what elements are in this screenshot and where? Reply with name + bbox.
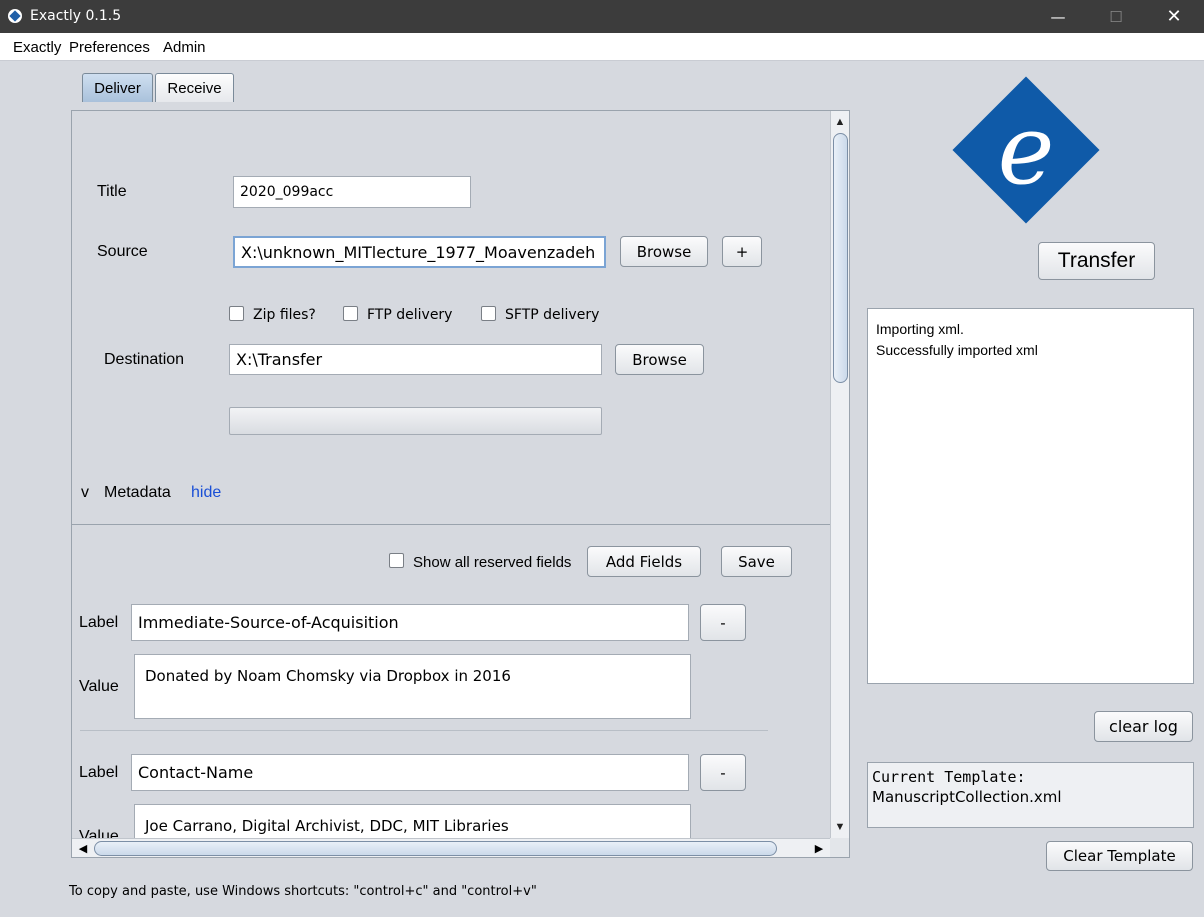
add-fields-button[interactable]: Add Fields [587,546,701,577]
tab-deliver[interactable]: Deliver [82,73,153,102]
scroll-down-icon[interactable]: ▼ [831,818,849,836]
field-value-input[interactable]: Joe Carrano, Digital Archivist, DDC, MIT… [134,804,691,838]
save-button[interactable]: Save [721,546,792,577]
title-bar: Exactly 0.1.5 — ☐ ✕ [0,0,1204,33]
tab-receive[interactable]: Receive [155,73,234,102]
log-panel: Importing xml. Successfully imported xml [867,308,1194,684]
field-divider [80,730,768,731]
field-value-caption: Value [79,828,119,838]
scroll-left-icon[interactable]: ◀ [74,839,92,857]
field-value-caption: Value [79,678,119,695]
close-button[interactable]: ✕ [1145,0,1203,33]
clipped-field-row: Value Joe Carrano, Digital Archivist, DD… [72,800,830,838]
log-line: Successfully imported xml [876,342,1038,358]
metadata-hide-link[interactable]: hide [191,484,221,502]
source-input[interactable]: X:\unknown_MITlecture_1977_Moavenzadeh [233,236,606,268]
add-source-button[interactable]: + [722,236,762,267]
destination-browse-button[interactable]: Browse [615,344,704,375]
vertical-scrollbar[interactable]: ▲ ▼ [830,111,849,838]
clear-template-button[interactable]: Clear Template [1046,841,1193,871]
field-value-input[interactable]: Donated by Noam Chomsky via Dropbox in 2… [134,654,691,719]
log-line: Importing xml. [876,321,964,337]
vertical-scroll-thumb[interactable] [833,133,848,383]
transfer-progress-bar [229,407,602,435]
menu-preferences[interactable]: Preferences [69,39,150,56]
source-browse-button[interactable]: Browse [620,236,708,267]
field-label-caption: Label [79,764,119,781]
field-label-input[interactable]: Immediate-Source-of-Acquisition [131,604,689,641]
field-label-input[interactable]: Contact-Name [131,754,689,791]
horizontal-scroll-thumb[interactable] [94,841,777,856]
ftp-delivery-label: FTP delivery [367,307,453,323]
title-input[interactable]: 2020_099acc [233,176,471,208]
destination-input[interactable]: X:\Transfer [229,344,602,375]
footer-hint: To copy and paste, use Windows shortcuts… [69,884,537,899]
zip-files-checkbox[interactable] [229,306,244,321]
show-reserved-checkbox[interactable] [389,553,404,568]
sftp-delivery-label: SFTP delivery [505,307,600,323]
metadata-toggle-icon[interactable]: v [81,484,89,502]
title-label: Title [97,183,127,200]
scroll-right-icon[interactable]: ▶ [810,839,828,857]
transfer-button[interactable]: Transfer [1038,242,1155,280]
template-caption: Current Template: [872,768,1026,786]
source-label: Source [97,243,148,260]
remove-field-button[interactable]: - [700,754,746,791]
menu-exactly[interactable]: Exactly [13,39,61,56]
metadata-heading: Metadata [104,484,171,501]
maximize-button[interactable]: ☐ [1087,0,1145,33]
current-template-box: Current Template: ManuscriptCollection.x… [867,762,1194,828]
window-title: Exactly 0.1.5 [30,8,122,24]
remove-field-button[interactable]: - [700,604,746,641]
sftp-delivery-checkbox[interactable] [481,306,496,321]
menu-admin[interactable]: Admin [163,39,206,56]
zip-files-label: Zip files? [253,307,316,323]
minimize-button[interactable]: — [1029,0,1087,33]
scroll-up-icon[interactable]: ▲ [831,113,849,131]
clear-log-button[interactable]: clear log [1094,711,1193,742]
template-name: ManuscriptCollection.xml [872,788,1062,806]
field-label-caption: Label [79,614,119,631]
menu-bar: Exactly Preferences Admin [0,33,1204,61]
horizontal-scrollbar[interactable]: ◀ ▶ [72,838,830,857]
show-reserved-label: Show all reserved fields [413,554,572,571]
logo-letter: e [997,94,1055,206]
ftp-delivery-checkbox[interactable] [343,306,358,321]
scroll-corner [830,838,849,857]
app-icon [8,9,22,23]
destination-label: Destination [104,351,185,368]
